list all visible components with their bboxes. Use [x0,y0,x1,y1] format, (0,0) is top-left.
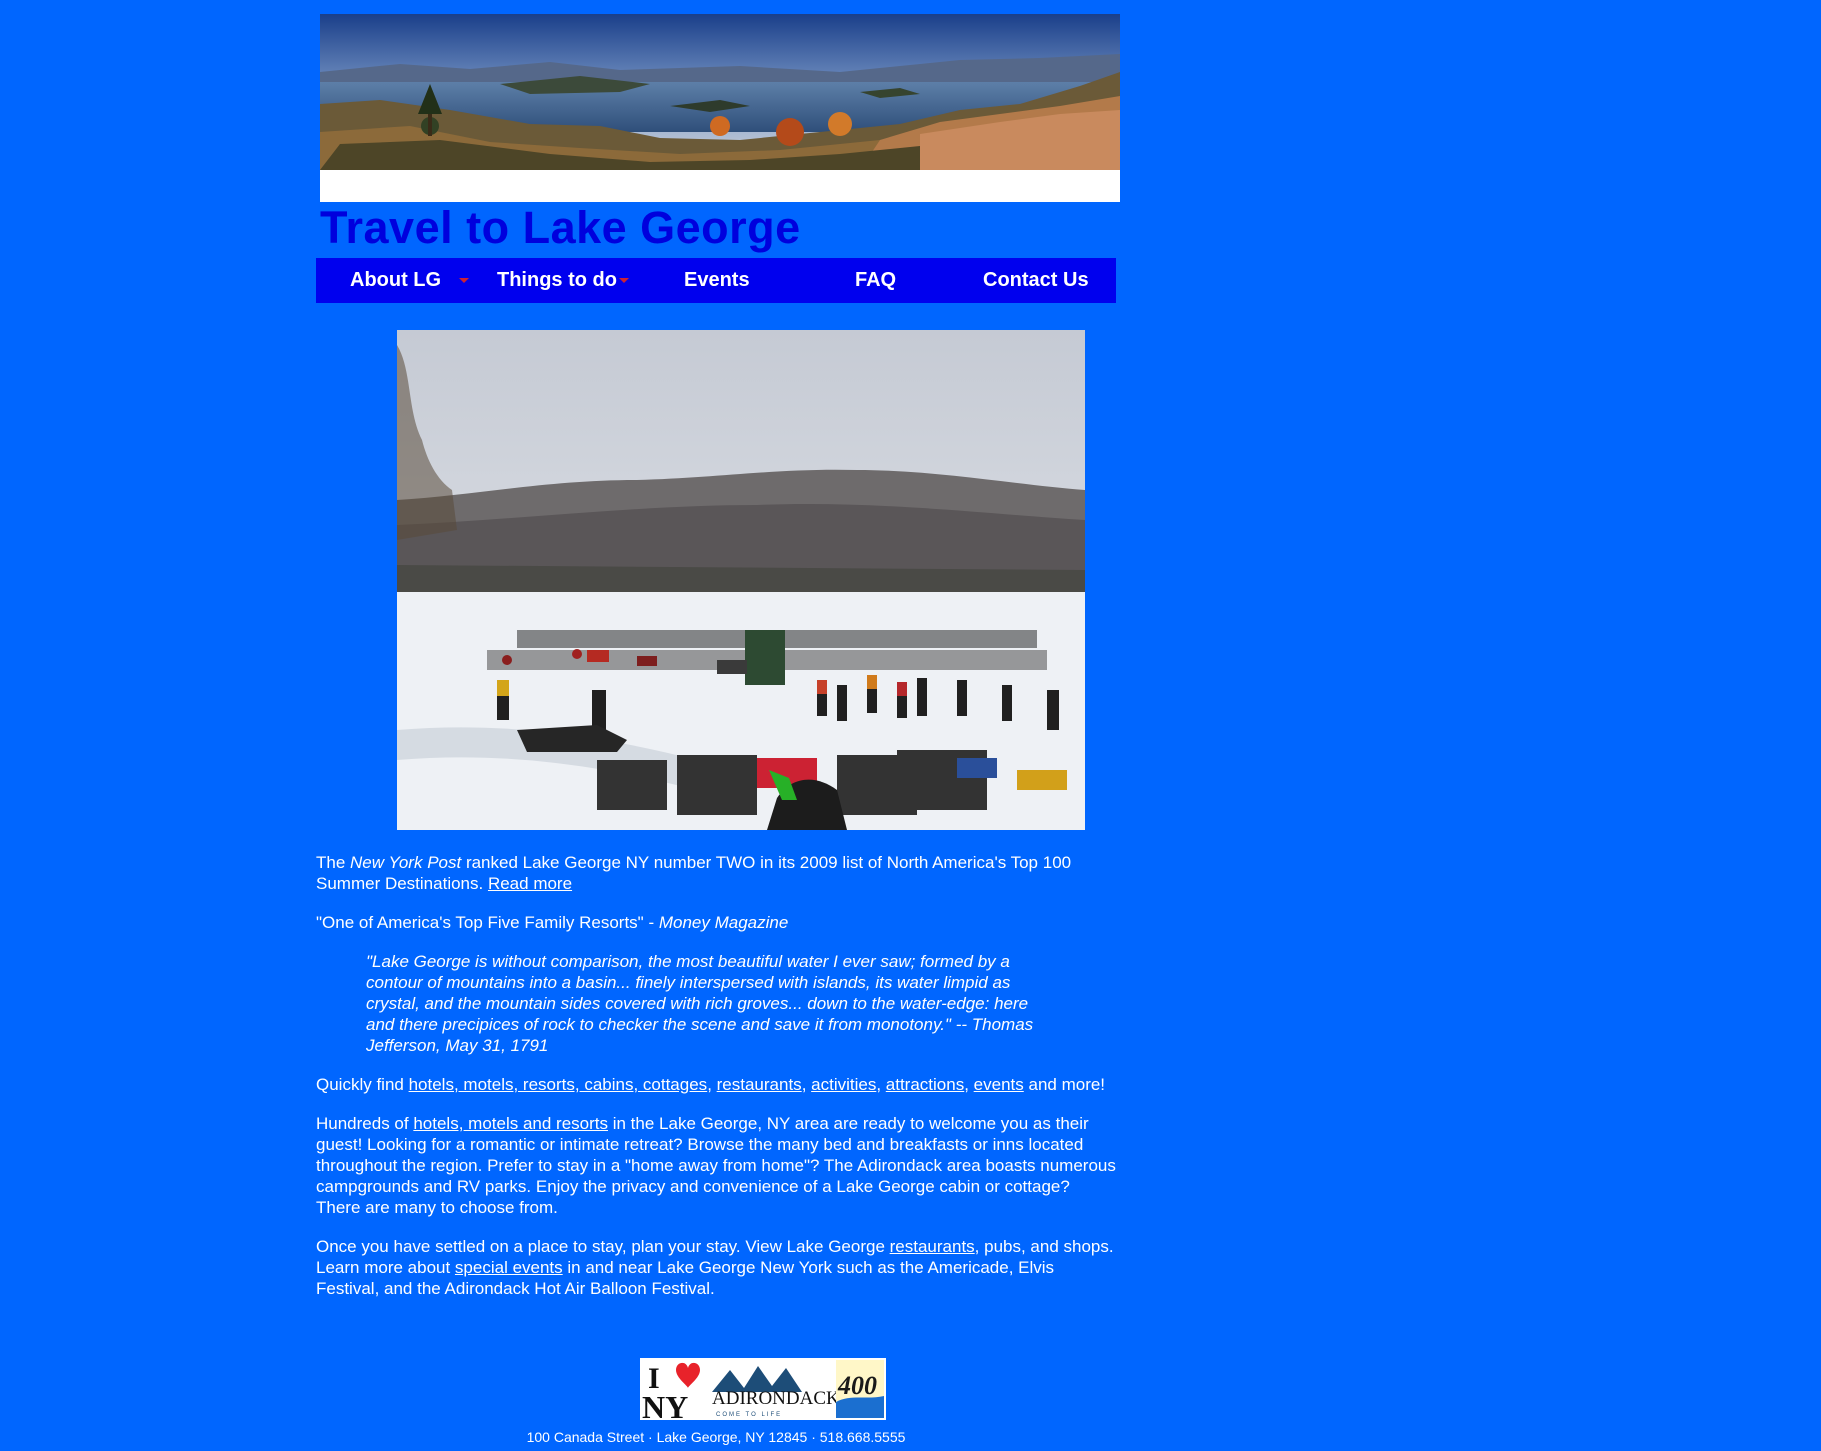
nav-contact-us-label: Contact Us [983,269,1089,291]
nav-events-label: Events [684,269,750,291]
lake-panorama-image [320,14,1120,202]
money-magazine-paragraph: "One of America's Top Five Family Resort… [316,912,1116,933]
jefferson-quote: "Lake George is without comparison, the … [366,952,1034,1055]
read-more-link[interactable]: Read more [488,874,572,893]
site-title: Travel to Lake George [320,202,801,253]
special-events-link[interactable]: special events [455,1258,563,1277]
svg-text:COME TO LIFE: COME TO LIFE [716,1412,782,1418]
svg-text:400: 400 [837,1371,877,1400]
nav-events[interactable]: Events [684,258,750,303]
quote-text: "One of America's Top Five Family Resort… [316,913,659,932]
separator: , [876,1075,886,1094]
dropdown-arrow-icon [618,278,629,284]
main-nav: About LG Things to do Events FAQ Contact… [316,258,1116,303]
activities-link[interactable]: activities [811,1075,876,1094]
i-love-ny-adirondacks-logo: I NY ADIRONDACKS COME TO LIFE 400 [640,1358,886,1420]
nav-faq[interactable]: FAQ [855,258,896,303]
lodging-paragraph: Hundreds of hotels, motels and resorts i… [316,1113,1116,1218]
restaurants-link[interactable]: restaurants [717,1075,802,1094]
separator: , [964,1075,974,1094]
quote-source: Money Magazine [658,913,789,932]
nav-things-to-do[interactable]: Things to do [497,258,629,303]
text: Hundreds of [316,1114,414,1133]
winter-carnival-image [397,330,1085,830]
footer-address: 100 Canada Street · Lake George, NY 1284… [526,1429,906,1445]
events-link[interactable]: events [974,1075,1024,1094]
main-content: The New York Post ranked Lake George NY … [316,852,1116,1317]
lodging-link[interactable]: hotels, motels, resorts, cabins, cottage… [409,1075,708,1094]
separator: , [801,1075,812,1094]
restaurants-link[interactable]: restaurants [890,1237,975,1256]
text: and more! [1023,1075,1106,1094]
separator: , [707,1075,717,1094]
ny-post-paragraph: The New York Post ranked Lake George NY … [316,852,1116,894]
text: Once you have settled on a place to stay… [316,1237,890,1256]
nav-about-lg[interactable]: About LG [350,258,470,303]
svg-text:ADIRONDACKS: ADIRONDACKS [712,1388,850,1409]
nav-about-lg-label: About LG [350,269,442,291]
svg-text:NY: NY [642,1389,688,1420]
nav-contact-us[interactable]: Contact Us [983,258,1089,303]
header-banner [320,14,1120,202]
plan-stay-paragraph: Once you have settled on a place to stay… [316,1236,1116,1299]
attractions-link[interactable]: attractions [886,1075,964,1094]
publication-name: New York Post [350,853,462,872]
quick-find-paragraph: Quickly find hotels, motels, resorts, ca… [316,1074,1116,1095]
hotels-motels-resorts-link[interactable]: hotels, motels and resorts [413,1114,608,1133]
dropdown-arrow-icon [459,278,470,284]
text: Quickly find [316,1075,409,1094]
text: The [316,853,351,872]
nav-faq-label: FAQ [855,269,897,291]
hero-photo [397,330,1085,830]
nav-things-to-do-label: Things to do [497,269,617,291]
footer-logo-banner[interactable]: I NY ADIRONDACKS COME TO LIFE 400 [640,1358,886,1420]
